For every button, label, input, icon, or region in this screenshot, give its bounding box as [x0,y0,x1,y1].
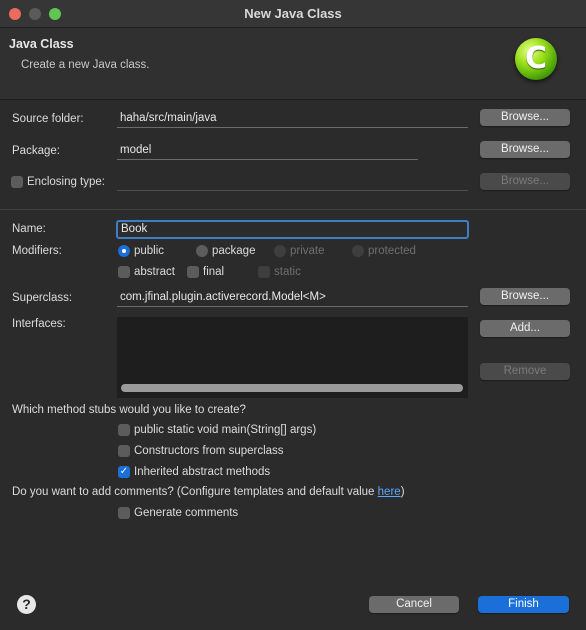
wizard-title: Java Class [9,37,74,51]
modifier-public-label: public [134,245,165,257]
method-stubs-question: Which method stubs would you like to cre… [12,404,246,416]
stub-constructors-label: Constructors from superclass [134,445,284,457]
wizard-header: Java Class Create a new Java class. C [0,28,586,100]
modifier-protected-label: protected [368,245,416,257]
modifiers-label: Modifiers: [12,245,62,257]
superclass-input[interactable]: com.jfinal.plugin.activerecord.Model<M> [117,290,468,307]
separator [0,209,586,210]
generate-comments-label: Generate comments [134,507,239,519]
superclass-browse-button[interactable]: Browse... [480,288,570,305]
stub-main-checkbox[interactable] [118,424,130,436]
modifier-private-radio[interactable] [274,245,286,257]
modifier-final-checkbox[interactable] [187,266,199,278]
modifier-static-checkbox[interactable] [258,266,270,278]
enclosing-type-label: Enclosing type: [27,176,105,188]
source-folder-browse-button[interactable]: Browse... [480,109,570,126]
modifier-public-radio[interactable] [118,245,130,257]
interfaces-list[interactable] [117,317,468,398]
stub-inherited-label: Inherited abstract methods [134,466,271,478]
package-label: Package: [12,145,60,157]
package-input[interactable]: model [117,143,418,160]
source-folder-input[interactable]: haha/src/main/java [117,111,468,128]
comments-question-text: Do you want to add comments? (Configure … [12,486,378,498]
modifier-static-label: static [274,266,301,278]
comments-question: Do you want to add comments? (Configure … [12,486,405,498]
java-class-logo-icon: C [515,38,557,80]
configure-templates-link[interactable]: here [378,486,401,498]
wizard-description: Create a new Java class. [21,59,150,71]
interfaces-label: Interfaces: [12,318,66,330]
interfaces-add-button[interactable]: Add... [480,320,570,337]
modifier-package-label: package [212,245,256,257]
window-title: New Java Class [244,6,342,21]
modifier-final-label: final [203,266,225,278]
class-name-input[interactable]: Book [116,220,469,239]
modifier-package-radio[interactable] [196,245,208,257]
name-label: Name: [12,223,46,235]
title-bar: New Java Class [0,0,586,28]
modifier-abstract-label: abstract [134,266,175,278]
superclass-label: Superclass: [12,292,73,304]
checkmark-icon: ✓ [119,466,129,477]
logo-letter: C [524,41,548,76]
package-browse-button[interactable]: Browse... [480,141,570,158]
stub-main-label: public static void main(String[] args) [134,424,317,436]
interfaces-remove-button[interactable]: Remove [480,363,570,380]
help-icon[interactable]: ? [17,595,36,614]
stub-inherited-checkbox[interactable]: ✓ [118,466,130,478]
enclosing-type-browse-button[interactable]: Browse... [480,173,570,190]
modifier-private-label: private [290,245,325,257]
comments-question-end: ) [400,486,405,498]
source-folder-label: Source folder: [12,113,84,125]
interfaces-horizontal-scrollbar[interactable] [121,384,463,392]
finish-button[interactable]: Finish [478,596,569,613]
stub-constructors-checkbox[interactable] [118,445,130,457]
enclosing-type-checkbox[interactable] [11,176,23,188]
cancel-button[interactable]: Cancel [369,596,459,613]
modifier-abstract-checkbox[interactable] [118,266,130,278]
generate-comments-checkbox[interactable] [118,507,130,519]
enclosing-type-input[interactable] [117,174,468,191]
modifier-protected-radio[interactable] [352,245,364,257]
